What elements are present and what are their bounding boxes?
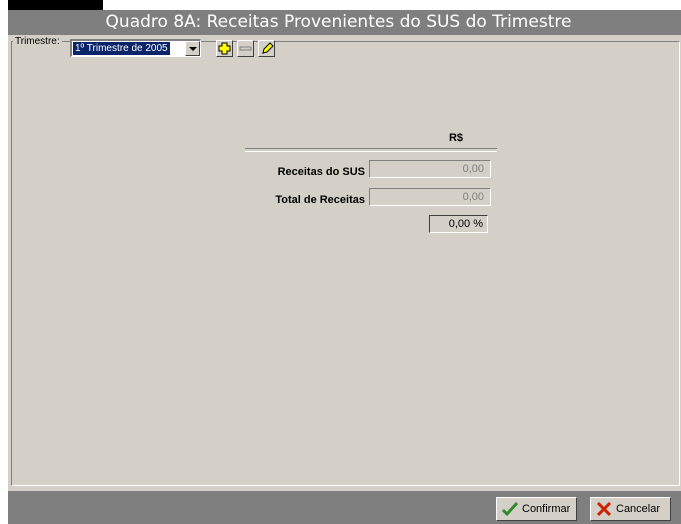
trimestre-label: Trimestre: [13,36,62,48]
receitas-sus-field[interactable]: 0,00 [369,160,491,178]
plus-icon [218,42,231,55]
edit-button[interactable] [258,40,275,57]
checkmark-icon [501,501,519,517]
pencil-icon [262,42,274,54]
confirm-button[interactable]: Confirmar [496,497,577,521]
total-receitas-field[interactable]: 0,00 [369,188,491,206]
group-box [11,41,680,486]
receitas-sus-label: Receitas do SUS [277,166,365,178]
total-receitas-label: Total de Receitas [275,194,365,206]
cross-icon [596,501,612,517]
minus-icon [239,46,252,51]
chevron-down-icon [189,47,197,51]
trimestre-select[interactable]: 1º Trimestre de 2005 [70,39,201,57]
dropdown-button[interactable] [185,41,200,56]
header-separator [245,148,497,152]
window-title: Quadro 8A: Receitas Provenientes do SUS … [105,12,572,32]
add-button[interactable] [216,40,233,57]
currency-header: R$ [448,132,463,144]
percentage-field: 0,00 % [429,215,488,233]
remove-button[interactable] [237,40,254,57]
trimestre-selected-value: 1º Trimestre de 2005 [73,42,170,55]
cancel-button[interactable]: Cancelar [590,497,671,521]
confirm-label: Confirmar [522,503,571,515]
window-title-bar: Quadro 8A: Receitas Provenientes do SUS … [8,10,681,35]
header-tab-marker [8,0,103,10]
main-panel: Trimestre: 1º Trimestre de 2005 R$ Recei… [8,35,681,491]
cancel-label: Cancelar [616,503,661,515]
footer-bar: Confirmar Cancelar [8,491,681,524]
